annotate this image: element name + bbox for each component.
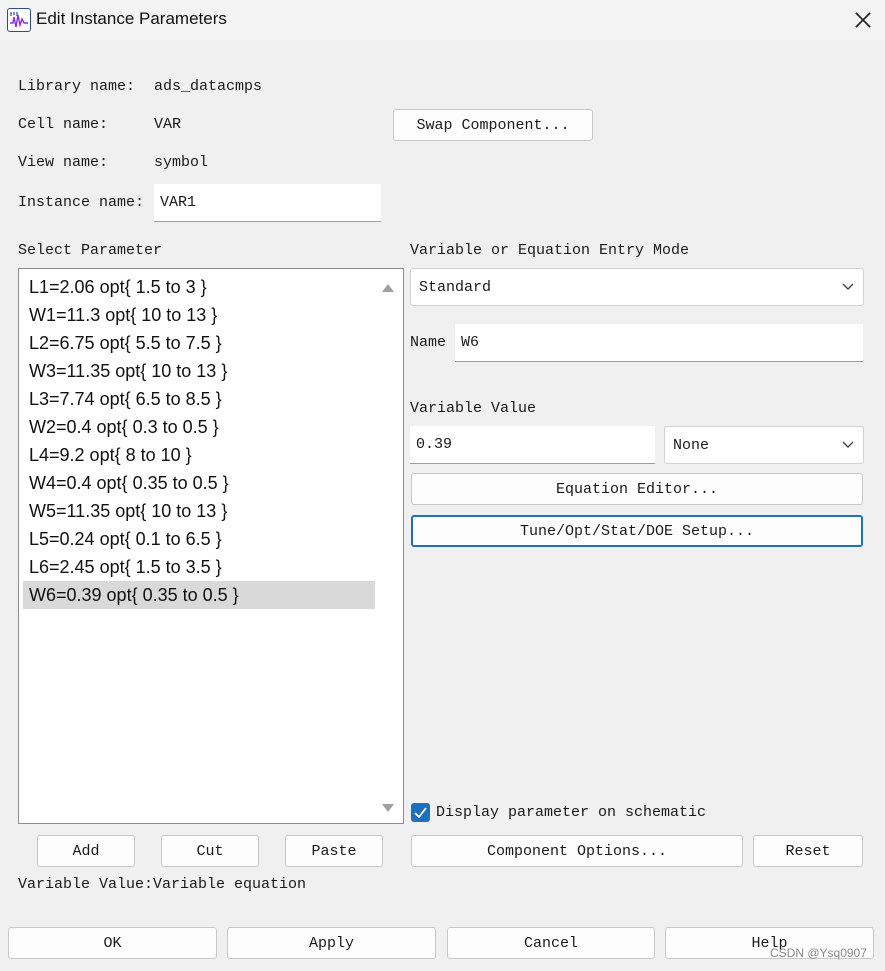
name-label: Name (410, 334, 447, 351)
parameter-listbox[interactable]: L1=2.06 opt{ 1.5 to 3 } W1=11.3 opt{ 10 t… (18, 268, 404, 824)
watermark: CSDN @Ysq0907 (770, 946, 867, 960)
parameter-list-item[interactable]: L4=9.2 opt{ 8 to 10 } (23, 441, 375, 469)
window-title: Edit Instance Parameters (36, 9, 227, 28)
entry-mode-select[interactable]: Standard (410, 268, 864, 306)
chevron-down-icon (842, 283, 854, 290)
add-button[interactable]: Add (37, 835, 135, 867)
close-icon (854, 12, 871, 28)
parameter-list-item[interactable]: L3=7.74 opt{ 6.5 to 8.5 } (23, 385, 375, 413)
parameter-list-item[interactable]: W5=11.35 opt{ 10 to 13 } (23, 497, 375, 525)
ok-button[interactable]: OK (8, 927, 217, 959)
library-name-value: ads_datacmps (154, 78, 263, 95)
unit-select[interactable]: None (664, 426, 864, 464)
cancel-button[interactable]: Cancel (447, 927, 655, 959)
entry-mode-value: Standard (419, 278, 492, 296)
cut-button[interactable]: Cut (161, 835, 259, 867)
parameter-list-item[interactable]: W1=11.3 opt{ 10 to 13 } (23, 301, 375, 329)
parameter-list-item[interactable]: L1=2.06 opt{ 1.5 to 3 } (23, 273, 375, 301)
variable-value-input[interactable]: 0.39 (410, 426, 655, 464)
cell-name-value: VAR (154, 116, 182, 133)
parameter-list-item[interactable]: W6=0.39 opt{ 0.35 to 0.5 } (23, 581, 375, 609)
parameter-list-item[interactable]: L2=6.75 opt{ 5.5 to 7.5 } (23, 329, 375, 357)
component-options-button[interactable]: Component Options... (411, 835, 743, 867)
display-parameter-checkbox[interactable] (411, 803, 430, 822)
parameter-list-item[interactable]: W2=0.4 opt{ 0.3 to 0.5 } (23, 413, 375, 441)
cell-name-label: Cell name: (18, 116, 109, 133)
unit-value: None (673, 436, 710, 454)
display-parameter-label: Display parameter on schematic (436, 804, 707, 821)
close-button[interactable] (840, 0, 885, 40)
scroll-up-icon[interactable] (381, 281, 395, 293)
reset-button[interactable]: Reset (753, 835, 863, 867)
name-input[interactable]: W6 (455, 324, 863, 362)
parameter-list-item[interactable]: L5=0.24 opt{ 0.1 to 6.5 } (23, 525, 375, 553)
select-parameter-label: Select Parameter (18, 242, 163, 259)
instance-name-input[interactable]: VAR1 (154, 184, 381, 222)
equation-editor-button[interactable]: Equation Editor... (411, 473, 863, 505)
library-name-label: Library name: (18, 78, 136, 95)
view-name-label: View name: (18, 154, 109, 171)
instance-name-label: Instance name: (18, 194, 145, 211)
parameter-list-item[interactable]: L6=2.45 opt{ 1.5 to 3.5 } (23, 553, 375, 581)
variable-value-label: Variable Value (410, 400, 537, 417)
paste-button[interactable]: Paste (285, 835, 383, 867)
app-icon (7, 8, 31, 32)
apply-button[interactable]: Apply (227, 927, 436, 959)
checkmark-icon (414, 807, 427, 818)
status-text: Variable Value:Variable equation (18, 876, 307, 893)
view-name-value: symbol (154, 154, 209, 171)
entry-mode-label: Variable or Equation Entry Mode (410, 242, 690, 259)
scroll-down-icon[interactable] (381, 803, 395, 815)
chevron-down-icon (842, 441, 854, 448)
parameter-list-item[interactable]: W3=11.35 opt{ 10 to 13 } (23, 357, 375, 385)
swap-component-button[interactable]: Swap Component... (393, 109, 593, 141)
parameter-list-item[interactable]: W4=0.4 opt{ 0.35 to 0.5 } (23, 469, 375, 497)
tune-opt-stat-doe-setup-button[interactable]: Tune/Opt/Stat/DOE Setup... (411, 515, 863, 547)
